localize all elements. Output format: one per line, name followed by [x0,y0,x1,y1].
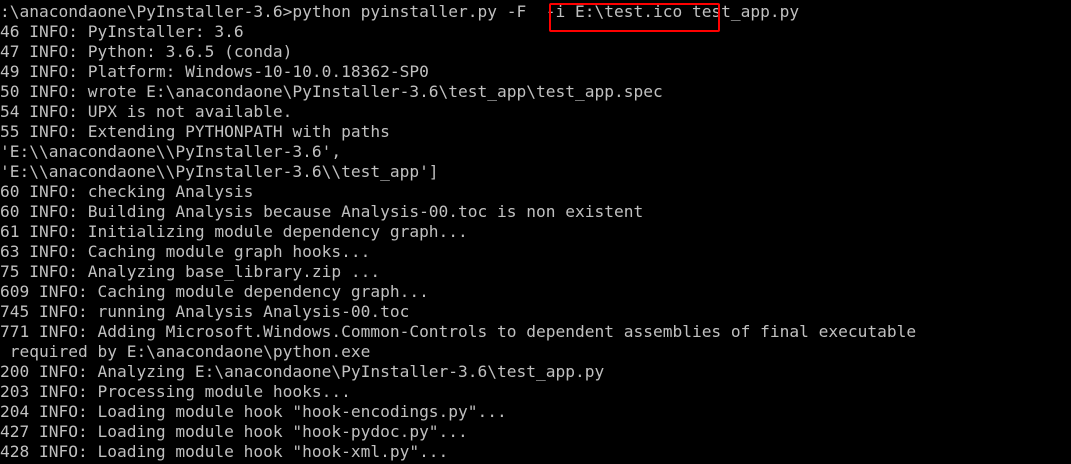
console-line: 745 INFO: running Analysis Analysis-00.t… [0,302,410,321]
console-line: 49 INFO: Platform: Windows-10-10.0.18362… [0,62,429,81]
console-line: 'E:\\anacondaone\\PyInstaller-3.6\\test_… [0,162,439,181]
console-line: 200 INFO: Analyzing E:\anacondaone\PyIns… [0,362,605,381]
console-line: 60 INFO: checking Analysis [0,182,254,201]
console-line: 75 INFO: Analyzing base_library.zip ... [0,262,381,281]
console-line: 'E:\\anacondaone\\PyInstaller-3.6', [0,142,342,161]
console-line-command: :\anacondaone\PyInstaller-3.6>python pyi… [0,2,800,21]
console-line: 203 INFO: Processing module hooks... [0,382,351,401]
console-window[interactable]: :\anacondaone\PyInstaller-3.6>python pyi… [0,0,1071,464]
console-line: 63 INFO: Caching module graph hooks... [0,242,371,261]
console-line: 55 INFO: Extending PYTHONPATH with paths [0,122,390,141]
console-line: 46 INFO: PyInstaller: 3.6 [0,22,244,41]
console-line: 61 INFO: Initializing module dependency … [0,222,468,241]
console-line: 609 INFO: Caching module dependency grap… [0,282,429,301]
console-line: 428 INFO: Loading module hook "hook-xml.… [0,442,449,461]
console-line: 60 INFO: Building Analysis because Analy… [0,202,644,221]
console-line: required by E:\anacondaone\python.exe [0,342,371,361]
console-line: 204 INFO: Loading module hook "hook-enco… [0,402,507,421]
console-line: 771 INFO: Adding Microsoft.Windows.Commo… [0,322,917,341]
console-line: 427 INFO: Loading module hook "hook-pydo… [0,422,468,441]
console-line: 54 INFO: UPX is not available. [0,102,293,121]
console-line: 50 INFO: wrote E:\anacondaone\PyInstalle… [0,82,663,101]
console-line: 47 INFO: Python: 3.6.5 (conda) [0,42,293,61]
